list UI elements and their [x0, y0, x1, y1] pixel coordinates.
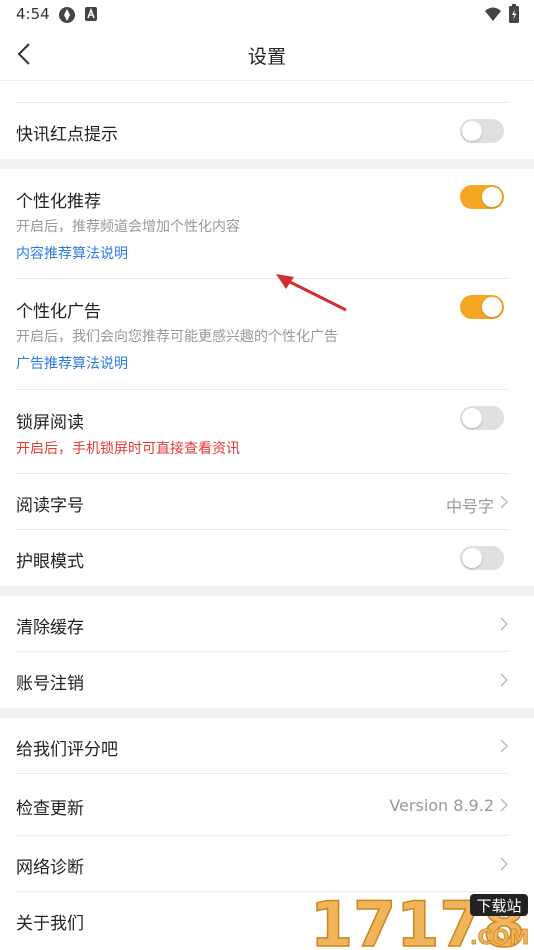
- chevron-right-icon: [500, 739, 509, 753]
- setting-label: 给我们评分吧: [16, 740, 118, 760]
- setting-label: 护眼模式: [16, 552, 84, 572]
- setting-personalized-ads[interactable]: 个性化广告 开启后，我们会向您推荐可能更感兴趣的个性化广告 广告推荐算法说明: [0, 279, 534, 390]
- setting-label: 锁屏阅读: [16, 413, 84, 433]
- setting-warn: 开启后，手机锁屏时可直接查看资讯: [16, 441, 240, 457]
- site-watermark: 17178 下载站 .COM: [310, 890, 530, 950]
- content-algorithm-link[interactable]: 内容推荐算法说明: [16, 243, 128, 263]
- watermark-suffix: .COM: [470, 925, 529, 949]
- partial-row: [0, 81, 534, 103]
- setting-clear-cache[interactable]: 清除缓存: [0, 596, 534, 652]
- eye-care-toggle[interactable]: [460, 546, 504, 570]
- chevron-right-icon: [500, 495, 509, 509]
- setting-label: 网络诊断: [16, 858, 84, 878]
- font-size-value: 中号字: [445, 497, 494, 516]
- setting-eye-care[interactable]: 护眼模式: [0, 530, 534, 586]
- setting-label: 账号注销: [16, 674, 84, 694]
- chevron-right-icon: [500, 798, 509, 812]
- setting-network-diagnosis[interactable]: 网络诊断: [0, 836, 534, 892]
- setting-cancel-account[interactable]: 账号注销: [0, 652, 534, 708]
- settings-list: 快讯红点提示 个性化推荐 开启后，推荐频道会增加个性化内容 内容推荐算法说明 个…: [0, 81, 534, 948]
- setting-lockscreen-read[interactable]: 锁屏阅读 开启后，手机锁屏时可直接查看资讯: [0, 390, 534, 474]
- section-gap: [0, 708, 534, 718]
- lockscreen-read-toggle[interactable]: [460, 406, 504, 430]
- nav-bar: 设置: [0, 28, 534, 81]
- status-bar: 4:54: [0, 0, 534, 28]
- chevron-right-icon: [500, 673, 509, 687]
- personalized-recommend-toggle[interactable]: [460, 185, 504, 209]
- chevron-right-icon: [500, 857, 509, 871]
- notification-a-icon: [85, 7, 97, 21]
- setting-personalized-recommend[interactable]: 个性化推荐 开启后，推荐频道会增加个性化内容 内容推荐算法说明: [0, 169, 534, 279]
- setting-label: 检查更新: [16, 799, 84, 819]
- section-gap: [0, 586, 534, 596]
- setting-label: 个性化推荐: [16, 192, 101, 212]
- chevron-right-icon: [500, 617, 509, 631]
- ads-algorithm-link[interactable]: 广告推荐算法说明: [16, 353, 128, 373]
- setting-label: 关于我们: [16, 914, 84, 934]
- setting-label: 快讯红点提示: [16, 125, 118, 145]
- section-gap: [0, 159, 534, 169]
- wifi-icon: [485, 7, 501, 21]
- watermark-tag: 下载站: [476, 897, 521, 915]
- setting-font-size[interactable]: 阅读字号 中号字: [0, 474, 534, 530]
- news-red-dot-toggle[interactable]: [460, 119, 504, 143]
- setting-label: 个性化广告: [16, 302, 101, 322]
- setting-check-update[interactable]: 检查更新 Version 8.9.2: [0, 774, 534, 836]
- setting-desc: 开启后，我们会向您推荐可能更感兴趣的个性化广告: [16, 329, 338, 345]
- setting-label: 清除缓存: [16, 618, 84, 638]
- battery-icon: [509, 4, 519, 23]
- personalized-ads-toggle[interactable]: [460, 295, 504, 319]
- page-title: 设置: [247, 46, 286, 68]
- annotation-arrow-icon: [276, 274, 347, 312]
- setting-label: 阅读字号: [16, 496, 84, 516]
- setting-desc: 开启后，推荐频道会增加个性化内容: [16, 219, 240, 235]
- setting-news-red-dot[interactable]: 快讯红点提示: [0, 103, 534, 159]
- status-time: 4:54: [16, 5, 50, 23]
- version-value: Version 8.9.2: [389, 796, 494, 815]
- setting-rate-us[interactable]: 给我们评分吧: [0, 718, 534, 774]
- app-notification-icon: [59, 7, 75, 23]
